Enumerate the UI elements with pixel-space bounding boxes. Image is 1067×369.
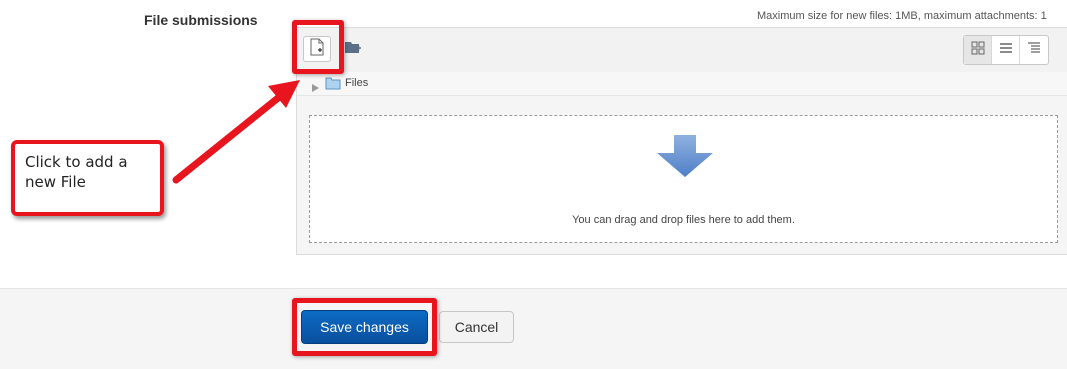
file-limits-text: Maximum size for new files: 1MB, maximum… bbox=[757, 10, 1047, 22]
file-picker-toolbar bbox=[297, 28, 1067, 73]
folder-label: Files bbox=[345, 77, 369, 89]
down-arrow-icon bbox=[657, 135, 713, 182]
icon-view-button[interactable] bbox=[964, 36, 992, 64]
tree-view-icon bbox=[1027, 41, 1041, 60]
drop-zone[interactable]: You can drag and drop files here to add … bbox=[309, 115, 1058, 243]
expand-triangle-icon[interactable] bbox=[312, 79, 319, 97]
folder-icon bbox=[325, 77, 341, 95]
list-view-button[interactable] bbox=[992, 36, 1020, 64]
form-footer bbox=[0, 288, 1067, 369]
create-folder-icon bbox=[344, 39, 362, 60]
view-mode-group bbox=[963, 35, 1049, 65]
folder-path-row[interactable]: Files bbox=[297, 72, 1067, 96]
drop-zone-text: You can drag and drop files here to add … bbox=[572, 214, 795, 226]
highlight-box-save bbox=[292, 298, 437, 356]
tree-view-button[interactable] bbox=[1020, 36, 1048, 64]
file-picker: Files You can drag and drop files here t… bbox=[296, 27, 1067, 255]
icon-view-icon bbox=[971, 41, 985, 60]
list-view-icon bbox=[999, 41, 1013, 60]
field-label: File submissions bbox=[144, 12, 258, 28]
cancel-button[interactable]: Cancel bbox=[439, 311, 514, 343]
annotation-callout: Click to add a new File bbox=[11, 140, 164, 216]
highlight-box-add-file bbox=[292, 20, 344, 74]
